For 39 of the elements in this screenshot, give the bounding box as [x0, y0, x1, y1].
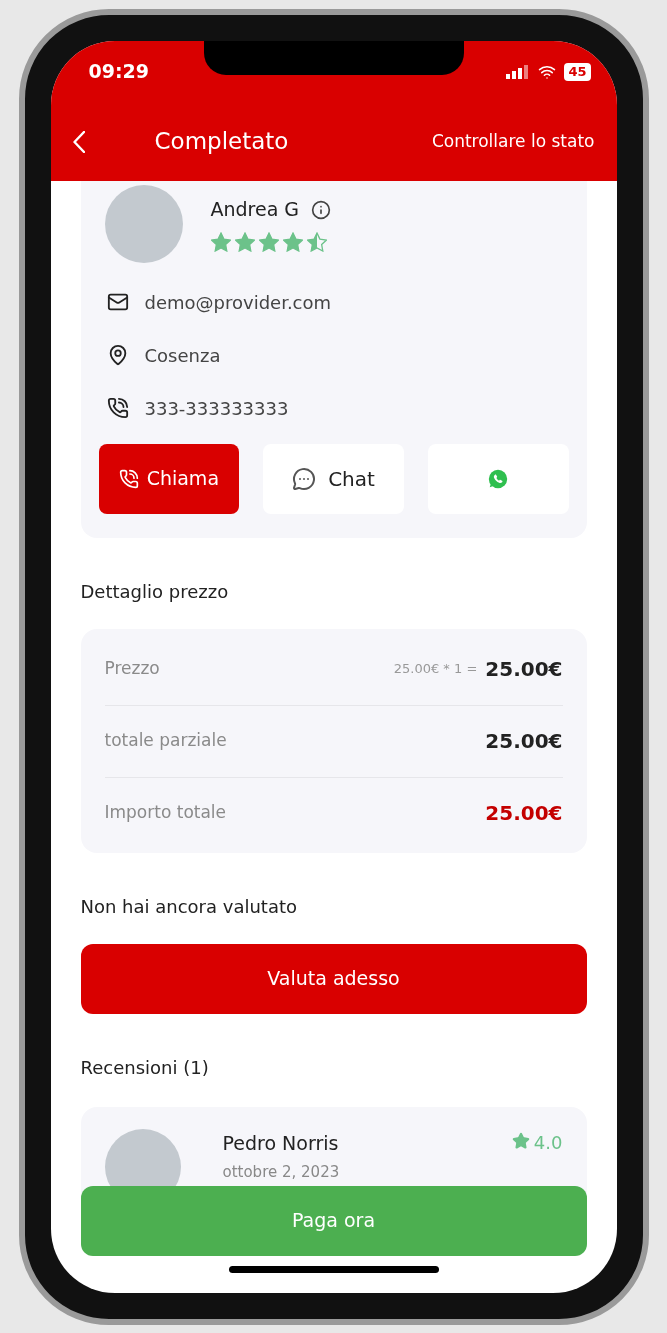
review-date: ottobre 2, 2023: [222, 1162, 340, 1183]
contact-text: Cosenza: [144, 343, 221, 368]
star-icon: [511, 1131, 530, 1150]
check-status-link[interactable]: Controllare lo stato: [431, 128, 595, 155]
star-icon: [282, 231, 303, 252]
price-formula: 25.00€ * 1 =: [393, 659, 478, 678]
price-label: Importo totale: [104, 801, 227, 825]
star-icon: [234, 231, 255, 252]
pay-now-button[interactable]: Paga ora: [80, 1185, 587, 1256]
contact-text: 333-333333333: [144, 396, 289, 421]
section-title: Recensioni (1): [80, 1055, 210, 1080]
price-value: 25.00€: [485, 800, 563, 827]
star-icon: [210, 231, 231, 252]
page-title: Completato: [154, 127, 289, 157]
signal-icon: [506, 64, 531, 79]
whatsapp-icon: [487, 467, 510, 490]
rating-prompt: Non hai ancora valutato: [80, 894, 299, 919]
battery-level: 45: [564, 62, 591, 81]
section-title: Dettaglio prezzo: [80, 579, 230, 604]
rate-now-button[interactable]: Valuta adesso: [80, 943, 587, 1014]
price-value: 25.00€: [485, 728, 563, 755]
info-icon: [311, 199, 332, 220]
phone-icon: [106, 397, 129, 419]
price-label: Prezzo: [104, 656, 160, 680]
price-label: totale parziale: [104, 729, 227, 753]
call-button[interactable]: Chiama: [98, 443, 240, 514]
reviewer-name: Pedro Norris: [222, 1130, 340, 1156]
provider-name: Andrea G: [210, 197, 300, 223]
star-icon: [258, 231, 279, 252]
phone-icon: [118, 468, 139, 489]
back-icon: [72, 130, 85, 153]
price-value: 25.00€: [485, 655, 563, 683]
contact-text: demo@provider.com: [144, 290, 332, 315]
chat-button[interactable]: Chat: [263, 443, 404, 514]
mail-icon: [106, 291, 129, 313]
status-time: 09:29: [87, 59, 149, 85]
chat-bubble-icon: [292, 466, 317, 491]
half-star-icon: [306, 231, 327, 252]
review-rating: 4.0: [533, 1130, 563, 1155]
